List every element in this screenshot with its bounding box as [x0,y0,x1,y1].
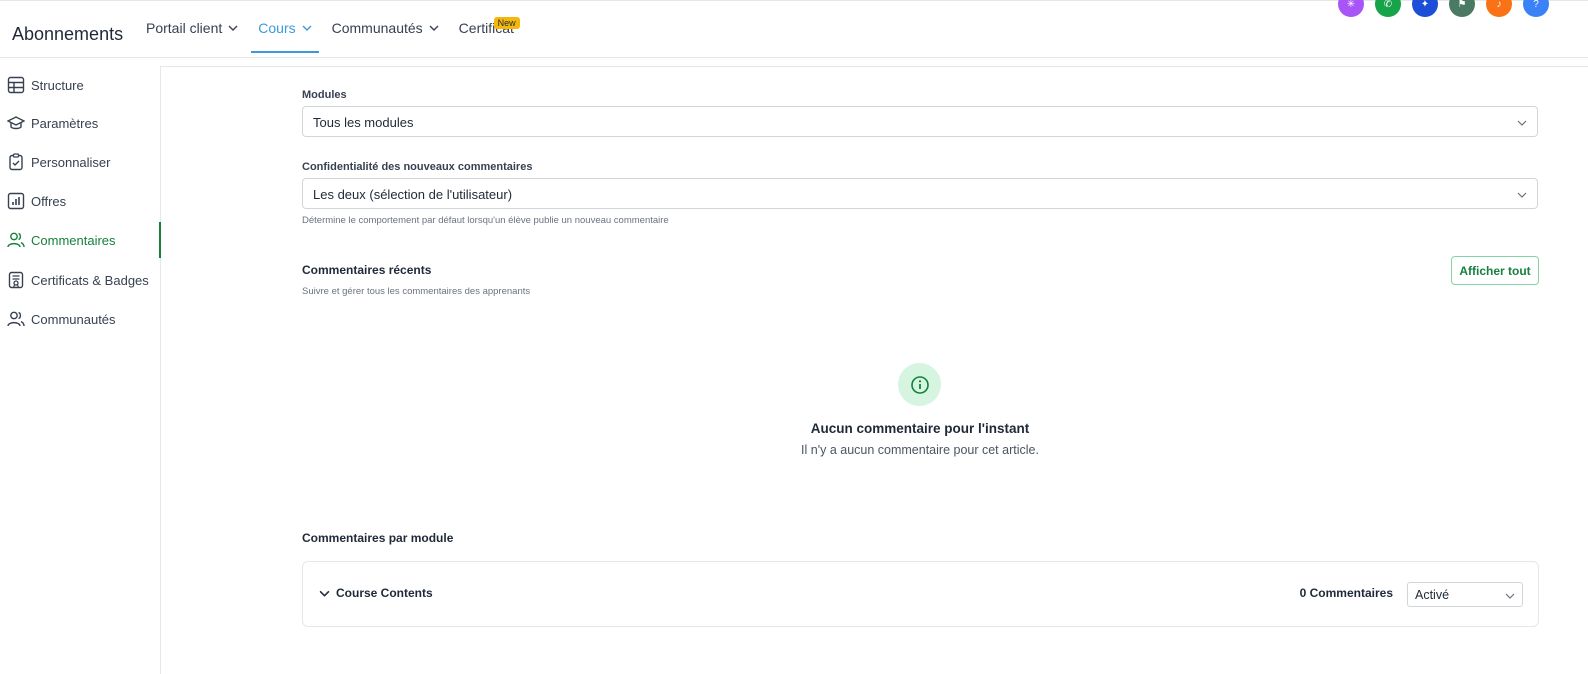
chevron-down-icon [429,25,439,31]
nav-communautes[interactable]: Communautés [325,1,446,55]
flag-icon[interactable]: ⚑ [1449,0,1475,17]
sidebar-item-personnaliser[interactable]: Personnaliser [7,150,161,174]
sidebar-item-offres[interactable]: Offres [7,189,161,213]
nav-cours[interactable]: Cours [251,1,319,55]
module-status-select[interactable]: Activé [1407,582,1523,607]
module-comment-count: 0 Commentaires [1299,586,1393,600]
module-toggle[interactable]: Course Contents [319,586,433,600]
privacy-hint: Détermine le comportement par défaut lor… [302,215,669,226]
nav-portail-client[interactable]: Portail client [146,1,245,55]
chevron-down-icon [1517,192,1527,198]
main-nav: Portail client Cours Communautés Certifi… [146,1,527,59]
select-value: Tous les modules [313,115,414,130]
clipboard-check-icon [9,153,23,171]
nav-label: Communautés [331,20,423,36]
users-icon [7,232,25,248]
recent-comments-title: Commentaires récents [302,263,432,277]
sparkle-icon[interactable]: ✳ [1338,0,1364,17]
empty-state-subtitle: Il n'y a aucun commentaire pour cet arti… [801,443,1039,457]
module-card: Course Contents 0 Commentaires Activé [302,561,1539,627]
bell-icon[interactable]: ♪ [1486,0,1512,17]
top-right-icons: ✳ ✆ ✦ ⚑ ♪ ? [1338,0,1560,17]
chevron-down-icon [1517,120,1527,126]
content-divider [161,66,1588,67]
chevron-down-icon [228,25,238,31]
sidebar-item-parametres[interactable]: Paramètres [7,111,161,135]
graduation-cap-icon [7,116,25,130]
recent-comments-subtitle: Suivre et gérer tous les commentaires de… [302,286,531,297]
top-navigation-bar: Abonnements Portail client Cours Communa… [0,0,1588,58]
sidebar-item-label: Certificats & Badges [31,272,149,288]
empty-state-title: Aucun commentaire pour l'instant [810,421,1030,436]
chevron-down-icon [302,25,312,31]
sidebar-item-certificats-badges[interactable]: Certificats & Badges [7,268,161,292]
modules-select[interactable]: Tous les modules [302,106,1538,137]
users-icon [7,311,25,327]
select-value: Les deux (sélection de l'utilisateur) [313,187,513,202]
sidebar-item-label: Paramètres [31,115,99,131]
info-icon [898,363,941,406]
sidebar-item-label: Communautés [31,311,116,327]
comments-by-module-title: Commentaires par module [302,531,454,545]
privacy-select[interactable]: Les deux (sélection de l'utilisateur) [302,178,1538,209]
sidebar-item-label: Commentaires [31,232,116,248]
sidebar-item-label: Offres [31,193,67,209]
sidebar-item-label: Structure [31,77,84,93]
phone-icon[interactable]: ✆ [1375,0,1401,17]
nav-label: Portail client [146,20,223,36]
sidebar-item-commentaires[interactable]: Commentaires [7,222,161,258]
chevron-down-icon [319,590,330,597]
sidebar-item-label: Personnaliser [31,154,111,170]
bar-chart-icon [7,192,25,210]
new-badge: New [493,17,520,29]
sidebar-item-structure[interactable]: Structure [7,73,161,97]
app-title: Abonnements [12,24,124,44]
sidebar: Structure Paramètres Personnaliser Offre… [0,66,161,674]
chevron-down-icon [1505,593,1515,599]
select-value: Activé [1415,588,1450,602]
show-all-button[interactable]: Afficher tout [1451,256,1539,285]
help-icon[interactable]: ? [1523,0,1549,17]
sidebar-item-communautes[interactable]: Communautés [7,307,161,331]
modules-label: Modules [302,89,347,101]
nav-certificat[interactable]: Certificat New [452,1,521,55]
module-name: Course Contents [336,586,433,600]
grid-icon [7,76,25,94]
certificate-icon [8,271,24,289]
apps-icon[interactable]: ✦ [1412,0,1438,17]
privacy-label: Confidentialité des nouveaux commentaire… [302,161,533,173]
nav-label: Cours [258,20,296,36]
